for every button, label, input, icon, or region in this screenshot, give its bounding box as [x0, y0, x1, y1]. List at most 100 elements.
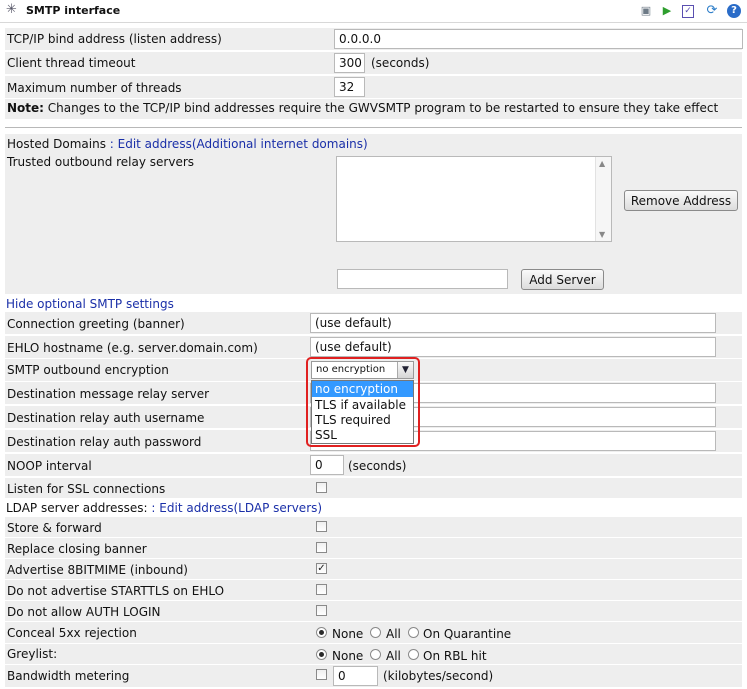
max-threads-row: Maximum number of threads 32 — [5, 76, 742, 98]
scroll-up-arrow-icon[interactable]: ▲ — [599, 159, 605, 168]
max-threads-input[interactable]: 32 — [334, 77, 365, 97]
encryption-label: SMTP outbound encryption — [7, 363, 169, 377]
ssl-listen-checkbox[interactable] — [316, 482, 327, 493]
greylist-none-radio[interactable] — [316, 649, 327, 660]
advertise-8bit-row: Advertise 8BITMIME (inbound) ✓ — [5, 559, 742, 579]
help-icon[interactable]: ? — [727, 4, 741, 18]
ldap-servers: LDAP server addresses: : Edit address(LD… — [6, 501, 322, 515]
bind-address-label: TCP/IP bind address (listen address) — [7, 32, 222, 46]
bandwidth-label: Bandwidth metering — [7, 669, 130, 683]
conceal-quarantine-radio[interactable] — [408, 627, 419, 638]
run-icon[interactable]: ▶ — [660, 4, 674, 18]
client-timeout-input[interactable]: 300 — [334, 53, 365, 73]
conceal-row: Conceal 5xx rejection None All On Quaran… — [5, 622, 742, 643]
save-icon[interactable]: ▣ — [639, 4, 653, 18]
bind-address-input[interactable]: 0.0.0.0 — [334, 29, 743, 49]
relay-servers-listbox[interactable]: ▲ ▼ — [336, 156, 612, 242]
hosted-domains: Hosted Domains : Edit address(Additional… — [7, 137, 368, 151]
option-tls-required[interactable]: TLS required — [312, 413, 413, 428]
conceal-all-radio[interactable] — [370, 627, 381, 638]
note-row: Note: Changes to the TCP/IP bind address… — [5, 99, 742, 119]
greeting-input[interactable]: (use default) — [310, 313, 716, 333]
no-auth-login-checkbox[interactable] — [316, 605, 327, 616]
replace-banner-row: Replace closing banner — [5, 538, 742, 558]
store-forward-label: Store & forward — [7, 521, 102, 535]
no-starttls-row: Do not advertise STARTTLS on EHLO — [5, 580, 742, 600]
smtp-interface-icon: ✳ — [6, 2, 17, 17]
no-auth-login-label: Do not allow AUTH LOGIN — [7, 605, 161, 619]
scroll-down-arrow-icon[interactable]: ▼ — [599, 230, 605, 239]
relay-section: Hosted Domains : Edit address(Additional… — [5, 134, 742, 294]
bandwidth-input[interactable]: 0 — [333, 666, 378, 686]
listbox-scrollbar[interactable]: ▲ ▼ — [595, 157, 611, 241]
greylist-rbl-radio[interactable] — [408, 649, 419, 660]
option-tls-if-available[interactable]: TLS if available — [312, 397, 413, 413]
note-text: Changes to the TCP/IP bind addresses req… — [43, 101, 719, 115]
bandwidth-row: Bandwidth metering 0 (kilobytes/second) — [5, 665, 742, 687]
refresh-icon[interactable]: ⟳ — [705, 4, 719, 18]
conceal-label: Conceal 5xx rejection — [7, 626, 137, 640]
store-forward-checkbox[interactable] — [316, 521, 327, 532]
greylist-all-label: All — [386, 649, 401, 663]
greylist-label: Greylist: — [7, 647, 58, 661]
replace-banner-label: Replace closing banner — [7, 542, 147, 556]
ehlo-input[interactable]: (use default) — [310, 337, 716, 357]
dropdown-arrow-icon[interactable]: ▼ — [397, 362, 413, 378]
store-forward-row: Store & forward — [5, 517, 742, 537]
ssl-listen-row: Listen for SSL connections — [5, 478, 742, 498]
dest-relay-label: Destination message relay server — [7, 387, 210, 401]
section-divider — [5, 127, 742, 128]
dest-user-label: Destination relay auth username — [7, 411, 205, 425]
option-ssl[interactable]: SSL — [312, 428, 413, 443]
hosted-domains-label: Hosted Domains — [7, 137, 106, 151]
greylist-none-label: None — [332, 649, 364, 663]
restart-note: Note: Changes to the TCP/IP bind address… — [7, 101, 718, 115]
conceal-none-label: None — [332, 627, 364, 641]
bind-address-row: TCP/IP bind address (listen address) 0.0… — [5, 28, 743, 50]
noop-row: NOOP interval 0 (seconds) — [5, 454, 742, 476]
edit-ldap-servers-link[interactable]: Edit address(LDAP servers) — [159, 501, 322, 515]
relay-servers-label: Trusted outbound relay servers — [7, 155, 195, 169]
hide-optional-settings-link[interactable]: Hide optional SMTP settings — [6, 297, 174, 311]
no-starttls-checkbox[interactable] — [316, 584, 327, 595]
add-server-button[interactable]: Add Server — [521, 269, 604, 290]
advertise-8bit-label: Advertise 8BITMIME (inbound) — [7, 563, 188, 577]
remove-address-button[interactable]: Remove Address — [624, 190, 738, 211]
client-timeout-row: Client thread timeout 300 (seconds) — [5, 52, 742, 74]
greylist-rbl-label: On RBL hit — [423, 649, 487, 663]
note-bold: Note: — [7, 101, 44, 115]
no-starttls-label: Do not advertise STARTTLS on EHLO — [7, 584, 225, 598]
panel-title: SMTP interface — [26, 4, 121, 17]
edit-hosted-domains-link[interactable]: Edit address(Additional internet domains… — [118, 137, 368, 151]
ldap-label: LDAP server addresses: — [6, 501, 148, 515]
greylist-all-radio[interactable] — [370, 649, 381, 660]
max-threads-label: Maximum number of threads — [7, 81, 182, 95]
ehlo-label: EHLO hostname (e.g. server.domain.com) — [7, 341, 258, 355]
new-relay-server-input[interactable] — [337, 269, 508, 289]
ehlo-row: EHLO hostname (e.g. server.domain.com) (… — [5, 336, 742, 358]
no-auth-login-row: Do not allow AUTH LOGIN — [5, 601, 742, 621]
bandwidth-checkbox[interactable] — [316, 669, 327, 680]
encryption-select[interactable]: no encryption ▼ — [311, 361, 414, 379]
ssl-listen-label: Listen for SSL connections — [7, 482, 166, 496]
replace-banner-checkbox[interactable] — [316, 542, 327, 553]
greeting-label: Connection greeting (banner) — [7, 317, 185, 331]
bandwidth-unit: (kilobytes/second) — [383, 669, 494, 683]
conceal-none-radio[interactable] — [316, 627, 327, 638]
encryption-selected-value: no encryption — [316, 364, 386, 375]
option-no-encryption[interactable]: no encryption — [312, 381, 413, 397]
advertise-8bit-checkbox[interactable]: ✓ — [316, 563, 327, 574]
greeting-row: Connection greeting (banner) (use defaul… — [5, 312, 742, 334]
checklist-icon[interactable]: ✓ — [682, 5, 694, 18]
conceal-all-label: All — [386, 627, 401, 641]
client-timeout-label: Client thread timeout — [7, 56, 136, 70]
greylist-row: Greylist: None All On RBL hit — [5, 644, 742, 664]
noop-input[interactable]: 0 — [310, 455, 344, 475]
noop-label: NOOP interval — [7, 459, 92, 473]
hosted-domains-sep: : — [105, 137, 118, 151]
panel-header: ✳ SMTP interface ▣ ▶ ✓ ⟳ ? — [0, 0, 747, 23]
encryption-options-list: no encryption TLS if available TLS requi… — [311, 380, 414, 444]
ldap-sep: : — [147, 501, 160, 515]
dest-pass-label: Destination relay auth password — [7, 435, 202, 449]
noop-unit: (seconds) — [348, 459, 407, 473]
